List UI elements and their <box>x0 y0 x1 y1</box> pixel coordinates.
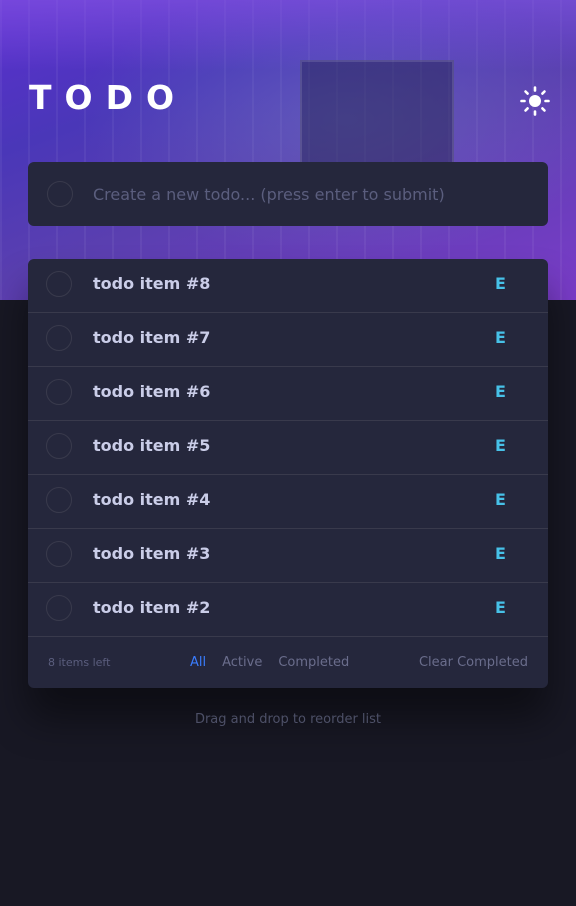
new-todo-form <box>28 162 548 226</box>
todo-checkbox[interactable] <box>46 325 72 351</box>
todo-item[interactable]: todo item #5 E <box>28 421 548 475</box>
todo-item[interactable]: todo item #2 E <box>28 583 548 637</box>
filter-group: All Active Completed <box>190 637 349 688</box>
items-left-count: 8 items left <box>48 656 111 669</box>
todo-list: todo item #8 E todo item #7 E todo item … <box>28 259 548 688</box>
todo-item[interactable]: todo item #3 E <box>28 529 548 583</box>
todo-label: todo item #2 <box>93 598 211 617</box>
list-footer: 8 items left All Active Completed Clear … <box>28 637 548 688</box>
filter-completed[interactable]: Completed <box>278 637 349 688</box>
todo-label: todo item #7 <box>93 328 211 347</box>
todo-checkbox[interactable] <box>46 487 72 513</box>
edit-button[interactable]: E <box>495 475 506 529</box>
todo-item[interactable]: todo item #7 E <box>28 313 548 367</box>
new-todo-input[interactable] <box>93 162 523 226</box>
sun-icon <box>520 86 550 116</box>
todo-label: todo item #8 <box>93 274 211 293</box>
filter-all[interactable]: All <box>190 637 206 688</box>
edit-button[interactable]: E <box>495 259 506 313</box>
todo-item[interactable]: todo item #6 E <box>28 367 548 421</box>
todo-label: todo item #3 <box>93 544 211 563</box>
todo-label: todo item #4 <box>93 490 211 509</box>
todo-label: todo item #6 <box>93 382 211 401</box>
hero-background <box>0 0 576 300</box>
edit-button[interactable]: E <box>495 529 506 583</box>
clear-completed-button[interactable]: Clear Completed <box>419 637 528 688</box>
app-title: TODO <box>29 78 188 117</box>
filter-active[interactable]: Active <box>222 637 262 688</box>
todo-checkbox[interactable] <box>46 595 72 621</box>
new-todo-checkbox[interactable] <box>47 181 73 207</box>
todo-checkbox[interactable] <box>46 541 72 567</box>
edit-button[interactable]: E <box>495 313 506 367</box>
edit-button[interactable]: E <box>495 583 506 637</box>
todo-checkbox[interactable] <box>46 271 72 297</box>
todo-label: todo item #5 <box>93 436 211 455</box>
reorder-hint: Drag and drop to reorder list <box>194 712 382 727</box>
theme-toggle-button[interactable] <box>520 86 550 116</box>
todo-checkbox[interactable] <box>46 433 72 459</box>
edit-button[interactable]: E <box>495 421 506 475</box>
todo-checkbox[interactable] <box>46 379 72 405</box>
todo-item[interactable]: todo item #8 E <box>28 259 548 313</box>
edit-button[interactable]: E <box>495 367 506 421</box>
todo-item[interactable]: todo item #4 E <box>28 475 548 529</box>
